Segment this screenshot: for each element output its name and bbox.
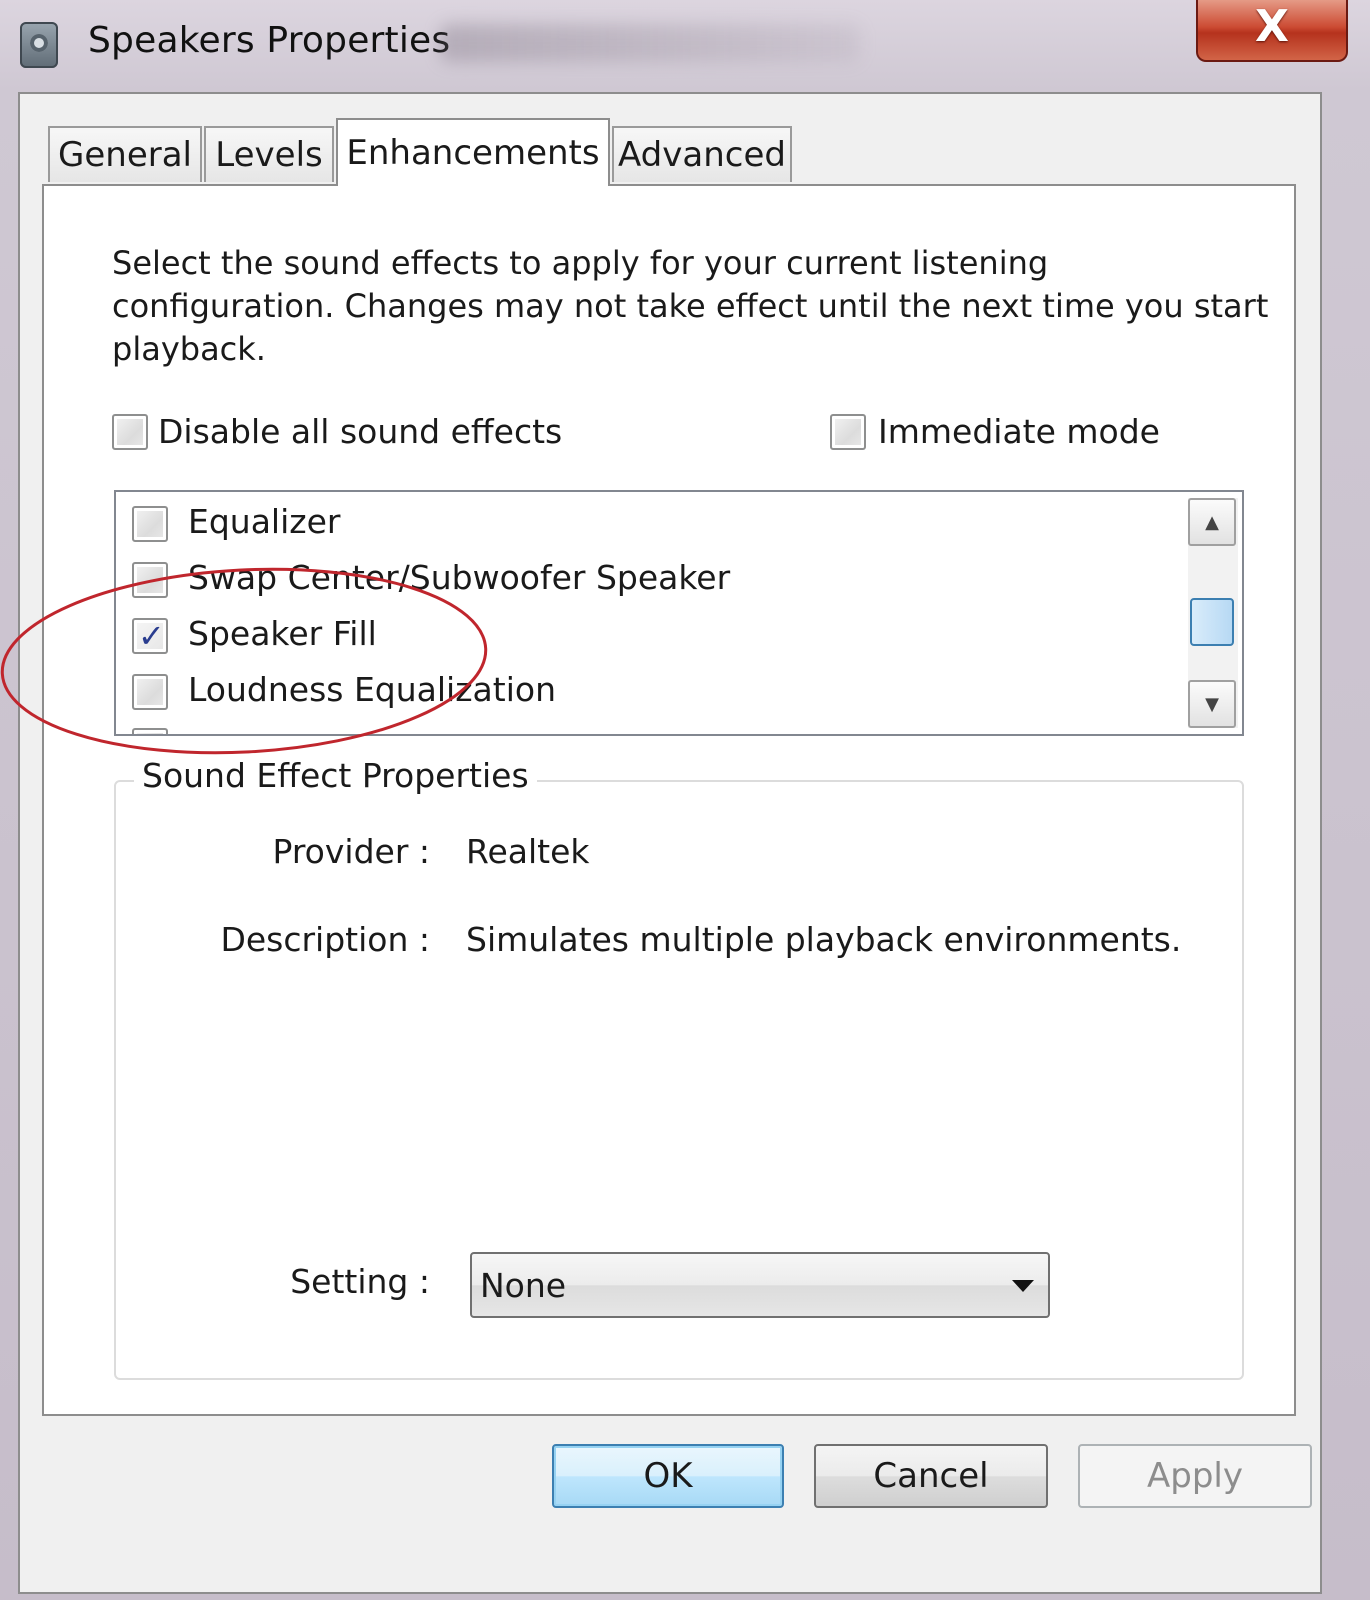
tab-enhancements[interactable]: Enhancements [336, 118, 610, 186]
button-label: OK [643, 1456, 693, 1496]
scroll-down-button[interactable]: ▼ [1188, 680, 1236, 728]
setting-label: Setting : [290, 1262, 430, 1301]
button-label: Apply [1147, 1456, 1243, 1496]
chevron-up-icon: ▲ [1205, 511, 1219, 533]
disable-all-label[interactable]: Disable all sound effects [158, 412, 562, 451]
tab-label: General [58, 135, 192, 175]
tab-label: Levels [215, 135, 323, 175]
dialog-client-area: General Levels Enhancements Advanced Sel… [18, 92, 1322, 1594]
description-value: Simulates multiple playback environments… [466, 920, 1182, 959]
blurred-background-title [440, 24, 860, 62]
immediate-mode-checkbox[interactable] [830, 414, 866, 450]
chevron-down-icon: ▼ [1205, 693, 1219, 715]
dropdown-arrow-icon [1012, 1280, 1034, 1292]
close-icon: X [1255, 1, 1289, 52]
provider-value: Realtek [466, 832, 590, 871]
setting-selected-value: None [480, 1266, 567, 1305]
cancel-button[interactable]: Cancel [814, 1444, 1048, 1508]
tab-advanced[interactable]: Advanced [612, 126, 792, 182]
tab-label: Advanced [618, 135, 786, 175]
intro-text: Select the sound effects to apply for yo… [112, 244, 1269, 368]
ok-button[interactable]: OK [552, 1444, 784, 1508]
swap-center-subwoofer-checkbox[interactable] [132, 562, 168, 598]
disable-all-checkbox[interactable] [112, 414, 148, 450]
tab-levels[interactable]: Levels [204, 126, 334, 182]
speakers-properties-dialog: Speakers Properties X General Levels Enh… [0, 0, 1370, 1600]
list-item-label: Equalizer [188, 502, 341, 541]
scroll-up-button[interactable]: ▲ [1188, 498, 1236, 546]
provider-label: Provider : [272, 832, 430, 871]
speaker-fill-checkbox[interactable]: ✓ [132, 618, 168, 654]
partial-checkbox[interactable] [132, 728, 168, 734]
list-item-label: Loudness Equalization [188, 670, 556, 709]
window-title: Speakers Properties [88, 20, 451, 61]
list-item-label: Swap Center/Subwoofer Speaker [188, 558, 731, 597]
immediate-mode-label[interactable]: Immediate mode [878, 412, 1160, 451]
speaker-icon [20, 22, 58, 68]
button-label: Cancel [873, 1456, 989, 1496]
list-scrollbar[interactable]: ▲ ▼ [1188, 498, 1238, 728]
title-bar[interactable]: Speakers Properties X [0, 0, 1370, 92]
tab-general[interactable]: General [48, 126, 202, 182]
check-mark-icon: ✓ [138, 617, 165, 655]
list-item-label: Speaker Fill [188, 614, 377, 653]
scroll-thumb[interactable] [1190, 598, 1234, 646]
effects-list[interactable]: Equalizer Swap Center/Subwoofer Speaker … [114, 490, 1244, 736]
tab-label: Enhancements [346, 133, 600, 173]
close-button[interactable]: X [1196, 0, 1348, 62]
group-title: Sound Effect Properties [134, 756, 537, 795]
equalizer-checkbox[interactable] [132, 506, 168, 542]
setting-dropdown[interactable]: None [470, 1252, 1050, 1318]
sound-effect-properties-group: Sound Effect Properties Provider : Realt… [114, 756, 1244, 1380]
description-label: Description : [220, 920, 430, 959]
loudness-equalization-checkbox[interactable] [132, 674, 168, 710]
apply-button[interactable]: Apply [1078, 1444, 1312, 1508]
enhancements-panel: Select the sound effects to apply for yo… [42, 184, 1296, 1416]
